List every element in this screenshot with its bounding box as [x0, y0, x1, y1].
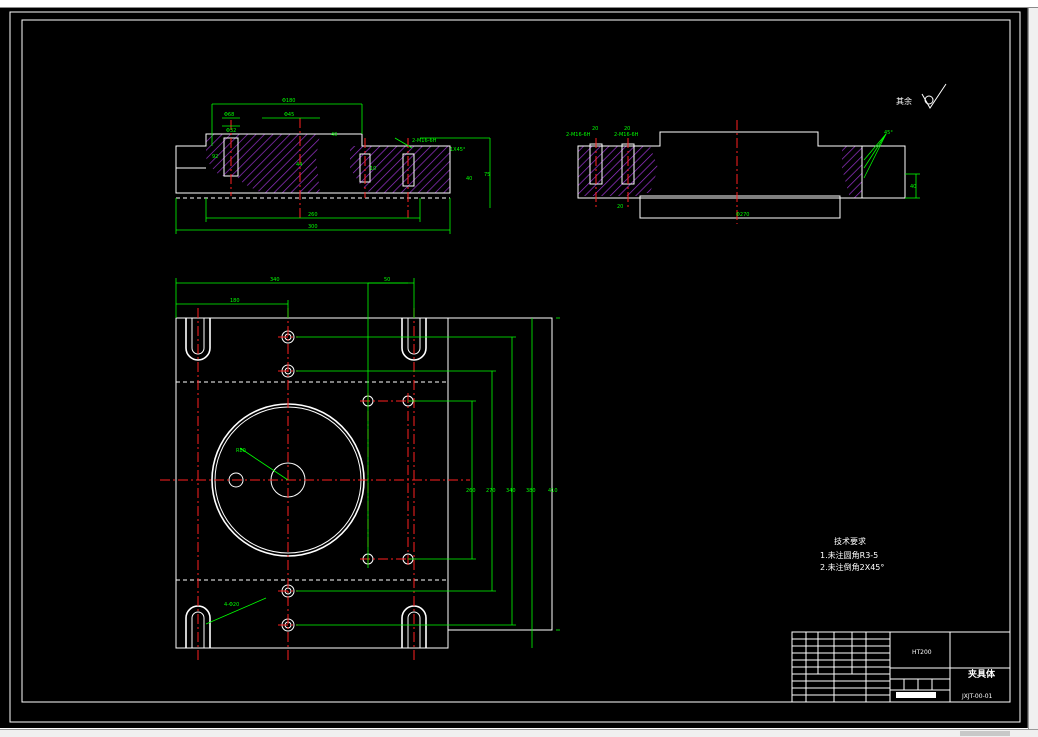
dim-small: 10 [370, 166, 376, 172]
plan-dim-width-total: 340 [270, 277, 280, 283]
tech-requirements: 技术要求 1.未注圆角R3-5 2.未注倒角2X45° [820, 536, 884, 572]
vertical-scrollbar[interactable] [1028, 8, 1038, 729]
tech-req-item1: 1.未注圆角R3-5 [820, 550, 878, 560]
tech-req-item2: 2.未注倒角2X45° [820, 562, 884, 572]
side-dim-small2: 20 [624, 126, 630, 132]
cad-drawing-canvas[interactable]: Φ180 Φ68 Φ32 Φ45 92 44 40 75 1X45° 2-M16… [0, 8, 1028, 728]
plan-dim-v5: 410 [548, 488, 558, 494]
plan-dim-width-half: 180 [230, 298, 240, 304]
section-view: Φ180 Φ68 Φ32 Φ45 92 44 40 75 1X45° 2-M16… [175, 98, 491, 234]
drawing-svg: Φ180 Φ68 Φ32 Φ45 92 44 40 75 1X45° 2-M16… [9, 11, 1021, 723]
dim-d2: Φ32 [226, 128, 236, 134]
plan-dim-v1: 260 [466, 488, 476, 494]
dim-d3: Φ45 [284, 112, 294, 118]
side-dim-thread-left: 2-M16-6H [566, 132, 591, 138]
dim-hole-h: 44 [296, 162, 302, 168]
dim-top-width: Φ180 [282, 98, 295, 104]
dim-bottom-inner: 260 [308, 212, 318, 218]
inner-frame [21, 19, 1011, 703]
dim-thread: 2-M16-6H [412, 138, 437, 144]
title-block-drawing-no: JXJT-00-01 [961, 693, 993, 700]
side-view: 2-M16-6H 2-M16-6H 20 20 45° 40 Φ270 20 [566, 120, 920, 224]
roughness-symbol: 其余 [896, 83, 947, 109]
outer-frame [9, 11, 1021, 723]
plan-dim-offset: 50 [384, 277, 390, 283]
tech-req-title: 技术要求 [834, 536, 866, 546]
side-dim-foot: 20 [617, 204, 623, 210]
dim-right-h: 40 [331, 132, 337, 138]
side-dim-height: 40 [910, 184, 916, 190]
side-dim-bottom: Φ270 [736, 212, 749, 218]
dim-height-total: 75 [484, 172, 490, 178]
window-top-bar [0, 0, 1038, 8]
plan-dim-v4: 380 [526, 488, 536, 494]
plan-dim-radius: R80 [236, 448, 246, 454]
title-block-part-name: 夹具体 [968, 668, 996, 680]
side-dim-angle: 45° [884, 130, 893, 136]
side-dim-small1: 20 [592, 126, 598, 132]
dim-mid: 40 [466, 176, 472, 182]
plan-dim-v3: 340 [506, 488, 516, 494]
plan-dim-v2: 270 [486, 488, 496, 494]
title-block-material: HT200 [912, 649, 932, 656]
dim-d1: Φ68 [224, 112, 234, 118]
dim-bottom-total: 300 [308, 224, 318, 230]
side-dim-thread-right: 2-M16-6H [614, 132, 639, 138]
horizontal-scroll-thumb[interactable] [960, 731, 1010, 736]
roughness-note: 其余 [896, 96, 912, 106]
plan-dim-hole-note: 4-Φ20 [224, 602, 239, 608]
dim-pcd-left: 92 [212, 154, 218, 160]
title-block: HT200 夹具体 JXJT-00-01 [791, 631, 1011, 703]
dim-chamfer: 1X45° [450, 147, 466, 153]
plan-view: 340 180 50 R80 4-Φ20 260 270 340 380 410 [160, 277, 560, 660]
